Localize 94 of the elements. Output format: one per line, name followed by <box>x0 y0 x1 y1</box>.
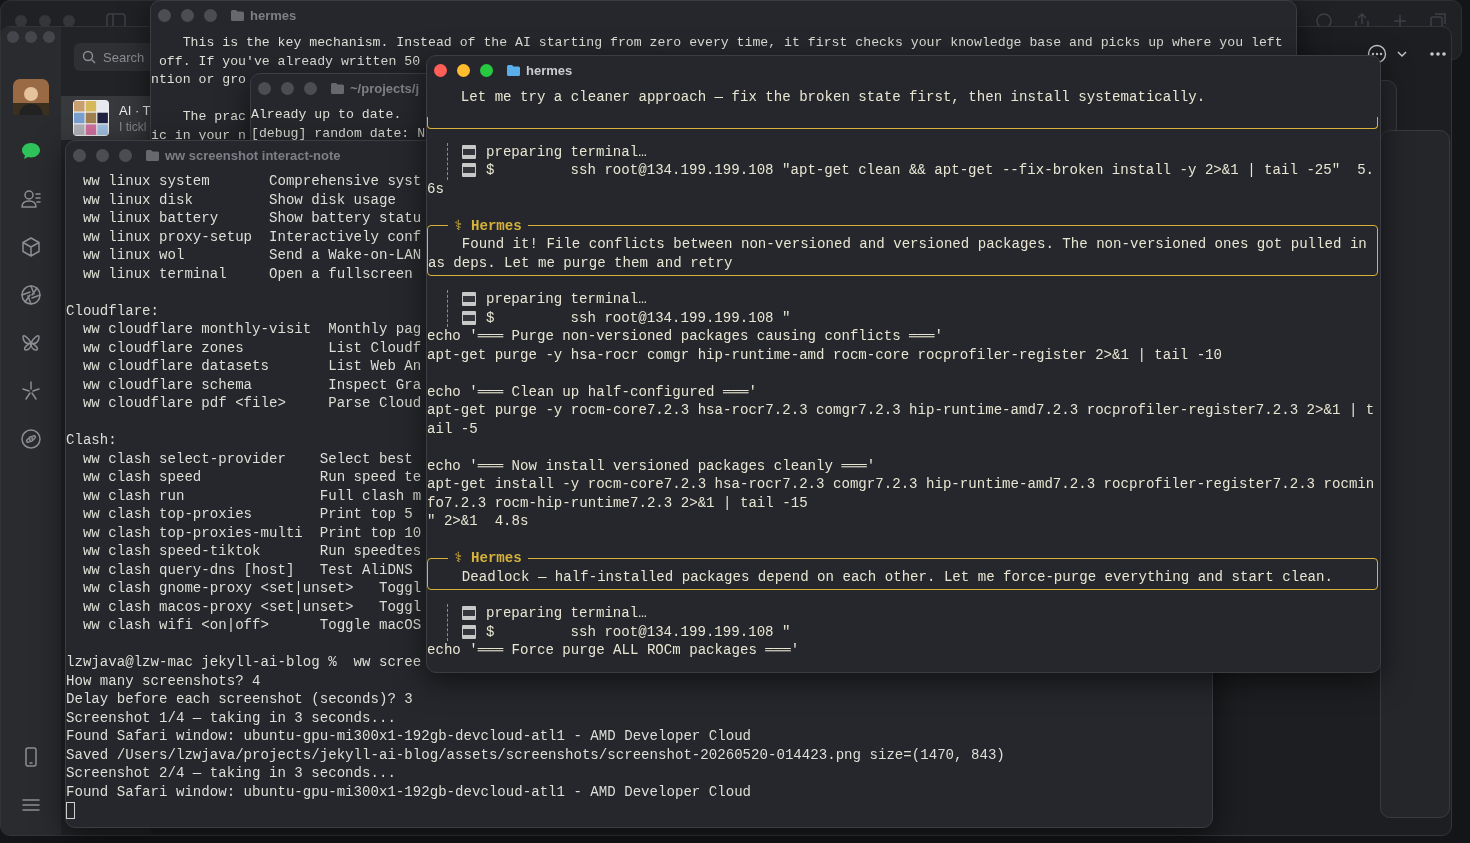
terminal-line: ww linux disk Show disk usage <box>81 190 396 209</box>
terminal-line: Delay before each screenshot (seconds)? 3 <box>66 690 413 709</box>
cube-icon[interactable] <box>19 235 43 259</box>
hermes-label: Hermes <box>470 550 522 566</box>
terminal-icon <box>462 623 476 640</box>
terminal-icon <box>462 309 476 326</box>
terminal-line: Screenshot 2/4 — taking in 3 seconds... <box>66 764 396 783</box>
terminal-line: Already up to date. <box>251 106 402 124</box>
terminal-line: Found it! File conflicts between non-versioned and versioned packages. The non-versioned ones got pulled in <box>460 235 1367 254</box>
terminal-line: Cloudflare: <box>66 301 160 320</box>
terminal-line: [debug] random date: N <box>251 124 426 143</box>
command-text: $ ssh root@134.199.199.108 " <box>486 622 791 641</box>
terminal-line: ww clash select-provider Select best <box>81 449 413 468</box>
command-text: $ ssh root@134.199.199.108 " <box>486 308 791 327</box>
chat-name: AI · T <box>119 102 151 118</box>
terminal-line: Found Safari window: ubuntu-gpu-mi300x1-192gb-devcloud-atl1 - AMD Developer Cloud <box>66 782 752 801</box>
more-icon[interactable] <box>1429 51 1447 57</box>
terminal-line: lzwjava@lzw-mac jekyll-ai-blog % ww scree <box>66 653 422 672</box>
terminal-line: ww linux terminal Open a fullscreen <box>81 264 413 283</box>
status-text: preparing terminal… <box>486 142 647 161</box>
folder-icon <box>231 9 244 21</box>
window-title: hermes <box>250 7 297 23</box>
window-title: ~/projects/j <box>350 80 419 96</box>
terminal-line: ww cloudflare pdf <file> Parse Cloud <box>81 394 422 413</box>
group-avatar <box>73 100 109 136</box>
terminal-line: Saved /Users/lzwjava/projects/jekyll-ai-blog/assets/screenshots/screenshot-20260520-014423.png size=(1470, 843) <box>66 745 1005 764</box>
terminal-line: Clash: <box>66 431 117 450</box>
terminal-line: fo7.2.3 rocm-hip-runtime7.2.3 2>&1 | tail -15 <box>427 493 808 512</box>
status-text: preparing terminal… <box>486 290 647 309</box>
terminal-line: Let me try a cleaner approach — fix the broken state first, then install systematically. <box>459 88 1206 107</box>
terminal-icon <box>462 162 476 179</box>
terminal-icon <box>462 143 476 160</box>
terminal-line: ntion or gro <box>151 71 246 89</box>
chat-item[interactable]: AI · T I tickl <box>61 96 151 140</box>
terminal-line: apt-get purge -y rocm-core7.2.3 hsa-rocr7.2.3 comgr7.2.3 hip-runtime-amd7.2.3 rocprofiler-register7.2.3 2>&1 | t <box>427 401 1375 420</box>
terminal-line: ww linux proxy-setup Interactively conf <box>81 227 422 246</box>
message-preview: I tickl <box>119 119 148 134</box>
sparkle-icon[interactable] <box>19 379 43 403</box>
terminal-line: ic in your n <box>151 126 246 145</box>
terminal-line: echo '═══ Force purge ALL ROCm packages ═══' <box>427 641 800 660</box>
aperture-icon[interactable] <box>19 283 43 307</box>
hermes-symbol: ⚕ <box>454 550 463 566</box>
contacts-icon[interactable] <box>19 187 43 211</box>
terminal-line: ail -5 <box>427 419 478 438</box>
terminal-line: ww clash speed-tiktok Run speedtes <box>81 542 422 561</box>
terminal-line: This is the key mechanism. Instead of the AI starting from zero every time, it first checks your knowledge base and picks up where you left <box>181 34 1283 52</box>
search-icon <box>82 50 96 64</box>
terminal-line: apt-get install -y rocm-core7.2.3 hsa-rocr7.2.3 comgr7.2.3 hip-runtime-amd7.2.3 rocprofiler-register7.2.3 rocmin <box>427 475 1375 494</box>
terminal-line: ww linux system Comprehensive syst <box>81 172 422 191</box>
terminal-line: Screenshot 1/4 — taking in 3 seconds... <box>66 708 396 727</box>
folder-icon <box>331 82 344 94</box>
terminal-line: ww cloudflare datasets List Web An <box>81 357 422 376</box>
terminal-line: ww clash wifi <on|off> Toggle macOS <box>81 616 422 635</box>
terminal-line: echo '═══ Clean up half-configured ═══' <box>427 382 757 401</box>
close-button[interactable] <box>434 63 447 77</box>
terminal-line: ww clash query-dns [host] Test AliDNS <box>81 560 413 579</box>
terminal-line: ww clash speed Run speed te <box>81 468 422 487</box>
status-text: preparing terminal… <box>486 604 647 623</box>
terminal-line: ww linux battery Show battery statu <box>81 209 422 228</box>
folder-icon <box>146 149 159 161</box>
window-title: ww screenshot interact-note <box>165 147 341 163</box>
terminal-line: ww clash gnome-proxy <set|unset> Toggl <box>81 579 422 598</box>
terminal-icon <box>462 291 476 308</box>
terminal-line: apt-get purge -y hsa-rocr comgr hip-runtime-amd rocm-core rocprofiler-register 2>&1 | tail -10 <box>427 345 1223 364</box>
window-title: hermes <box>526 62 573 78</box>
terminal-line: Found Safari window: ubuntu-gpu-mi300x1-192gb-devcloud-atl1 - AMD Developer Cloud <box>66 727 752 746</box>
hermes-label: Hermes <box>470 217 522 234</box>
terminal-line: " 2>&1 4.8s <box>427 512 529 531</box>
terminal-line: Deadlock — half-installed packages depend on each other. Let me force-purge everything and start clean. <box>460 567 1333 586</box>
terminal-line: ww clash top-proxies Print top 5 <box>81 505 413 524</box>
link-icon[interactable] <box>19 427 43 451</box>
terminal-line: echo '═══ Now install versioned packages cleanly ═══' <box>427 456 876 475</box>
zoom-button[interactable] <box>480 63 493 77</box>
user-avatar[interactable] <box>13 79 49 115</box>
terminal-line: 6s <box>427 179 444 198</box>
terminal-line: How many screenshots? 4 <box>66 671 261 690</box>
terminal-line: ww cloudflare zones List Cloudf <box>81 338 422 357</box>
command-text: $ ssh root@134.199.199.108 "apt-get clean && apt-get --fix-broken install -y 2>&1 | tail -25" 5. <box>486 161 1375 180</box>
terminal-line: The prac <box>181 108 246 126</box>
terminal-line: ww clash run Full clash m <box>81 486 422 505</box>
terminal-line: ww cloudflare schema Inspect Gra <box>81 375 422 394</box>
terminal-line: ww cloudflare monthly-visit Monthly pag <box>81 320 422 339</box>
chevron-icon[interactable] <box>1397 50 1407 58</box>
terminal-line: ww clash macos-proxy <set|unset> Toggl <box>81 597 422 616</box>
terminal-line: ww linux wol Send a Wake-on-LAN <box>81 246 422 265</box>
terminal-line: echo '═══ Purge non-versioned packages causing conflicts ═══' <box>427 327 943 346</box>
minimize-button[interactable] <box>457 63 470 77</box>
terminal-icon <box>462 605 476 622</box>
terminal-line: off. If you've already written 50 <box>157 52 421 71</box>
terminal-line: as deps. Let me purge them and retry <box>428 253 733 272</box>
terminal-line: ww clash top-proxies-multi Print top 10 <box>81 523 422 542</box>
search-field[interactable]: Search <box>74 43 151 71</box>
hermes-symbol: ⚕ <box>454 217 463 234</box>
folder-icon <box>507 64 520 76</box>
